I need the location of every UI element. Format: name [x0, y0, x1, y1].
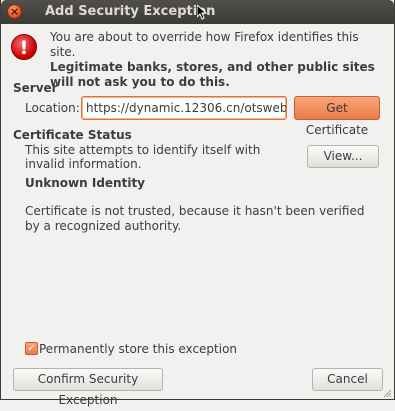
window-title: Add Security Exception — [45, 4, 216, 19]
close-icon: × — [9, 5, 20, 18]
intro-line-1: You are about to override how Firefox id… — [50, 30, 359, 59]
intro-message: You are about to override how Firefox id… — [50, 30, 380, 90]
permanent-exception-label[interactable]: Permanently store this exception — [39, 342, 237, 356]
server-heading: Server — [13, 81, 58, 95]
issue-title: Unknown Identity — [25, 176, 146, 190]
close-window-button[interactable]: × — [7, 4, 22, 19]
certificate-status-summary: This site attempts to identify itself wi… — [25, 143, 261, 171]
permanent-exception-checkbox[interactable]: ✓ — [25, 342, 38, 355]
get-certificate-button[interactable]: Get Certificate — [294, 96, 380, 137]
checkmark-icon: ✓ — [27, 343, 36, 354]
location-label: Location: — [25, 101, 80, 115]
issue-detail: Certificate is not trusted, because it h… — [25, 204, 365, 233]
resize-grip-icon[interactable] — [382, 387, 392, 398]
cancel-button[interactable]: Cancel — [312, 368, 383, 391]
title-bar: × Add Security Exception — [1, 0, 394, 24]
intro-line-2: Legitimate banks, stores, and other publ… — [50, 60, 375, 89]
view-certificate-button[interactable]: View... — [307, 145, 379, 168]
certificate-status-heading: Certificate Status — [13, 128, 132, 142]
add-security-exception-dialog: × Add Security Exception ! You are about… — [0, 0, 395, 407]
warning-exclamation-icon: ! — [11, 34, 37, 60]
location-input[interactable]: https://dynamic.12306.cn/otsweb/ — [81, 96, 287, 120]
confirm-security-exception-button[interactable]: Confirm Security Exception — [13, 368, 163, 407]
